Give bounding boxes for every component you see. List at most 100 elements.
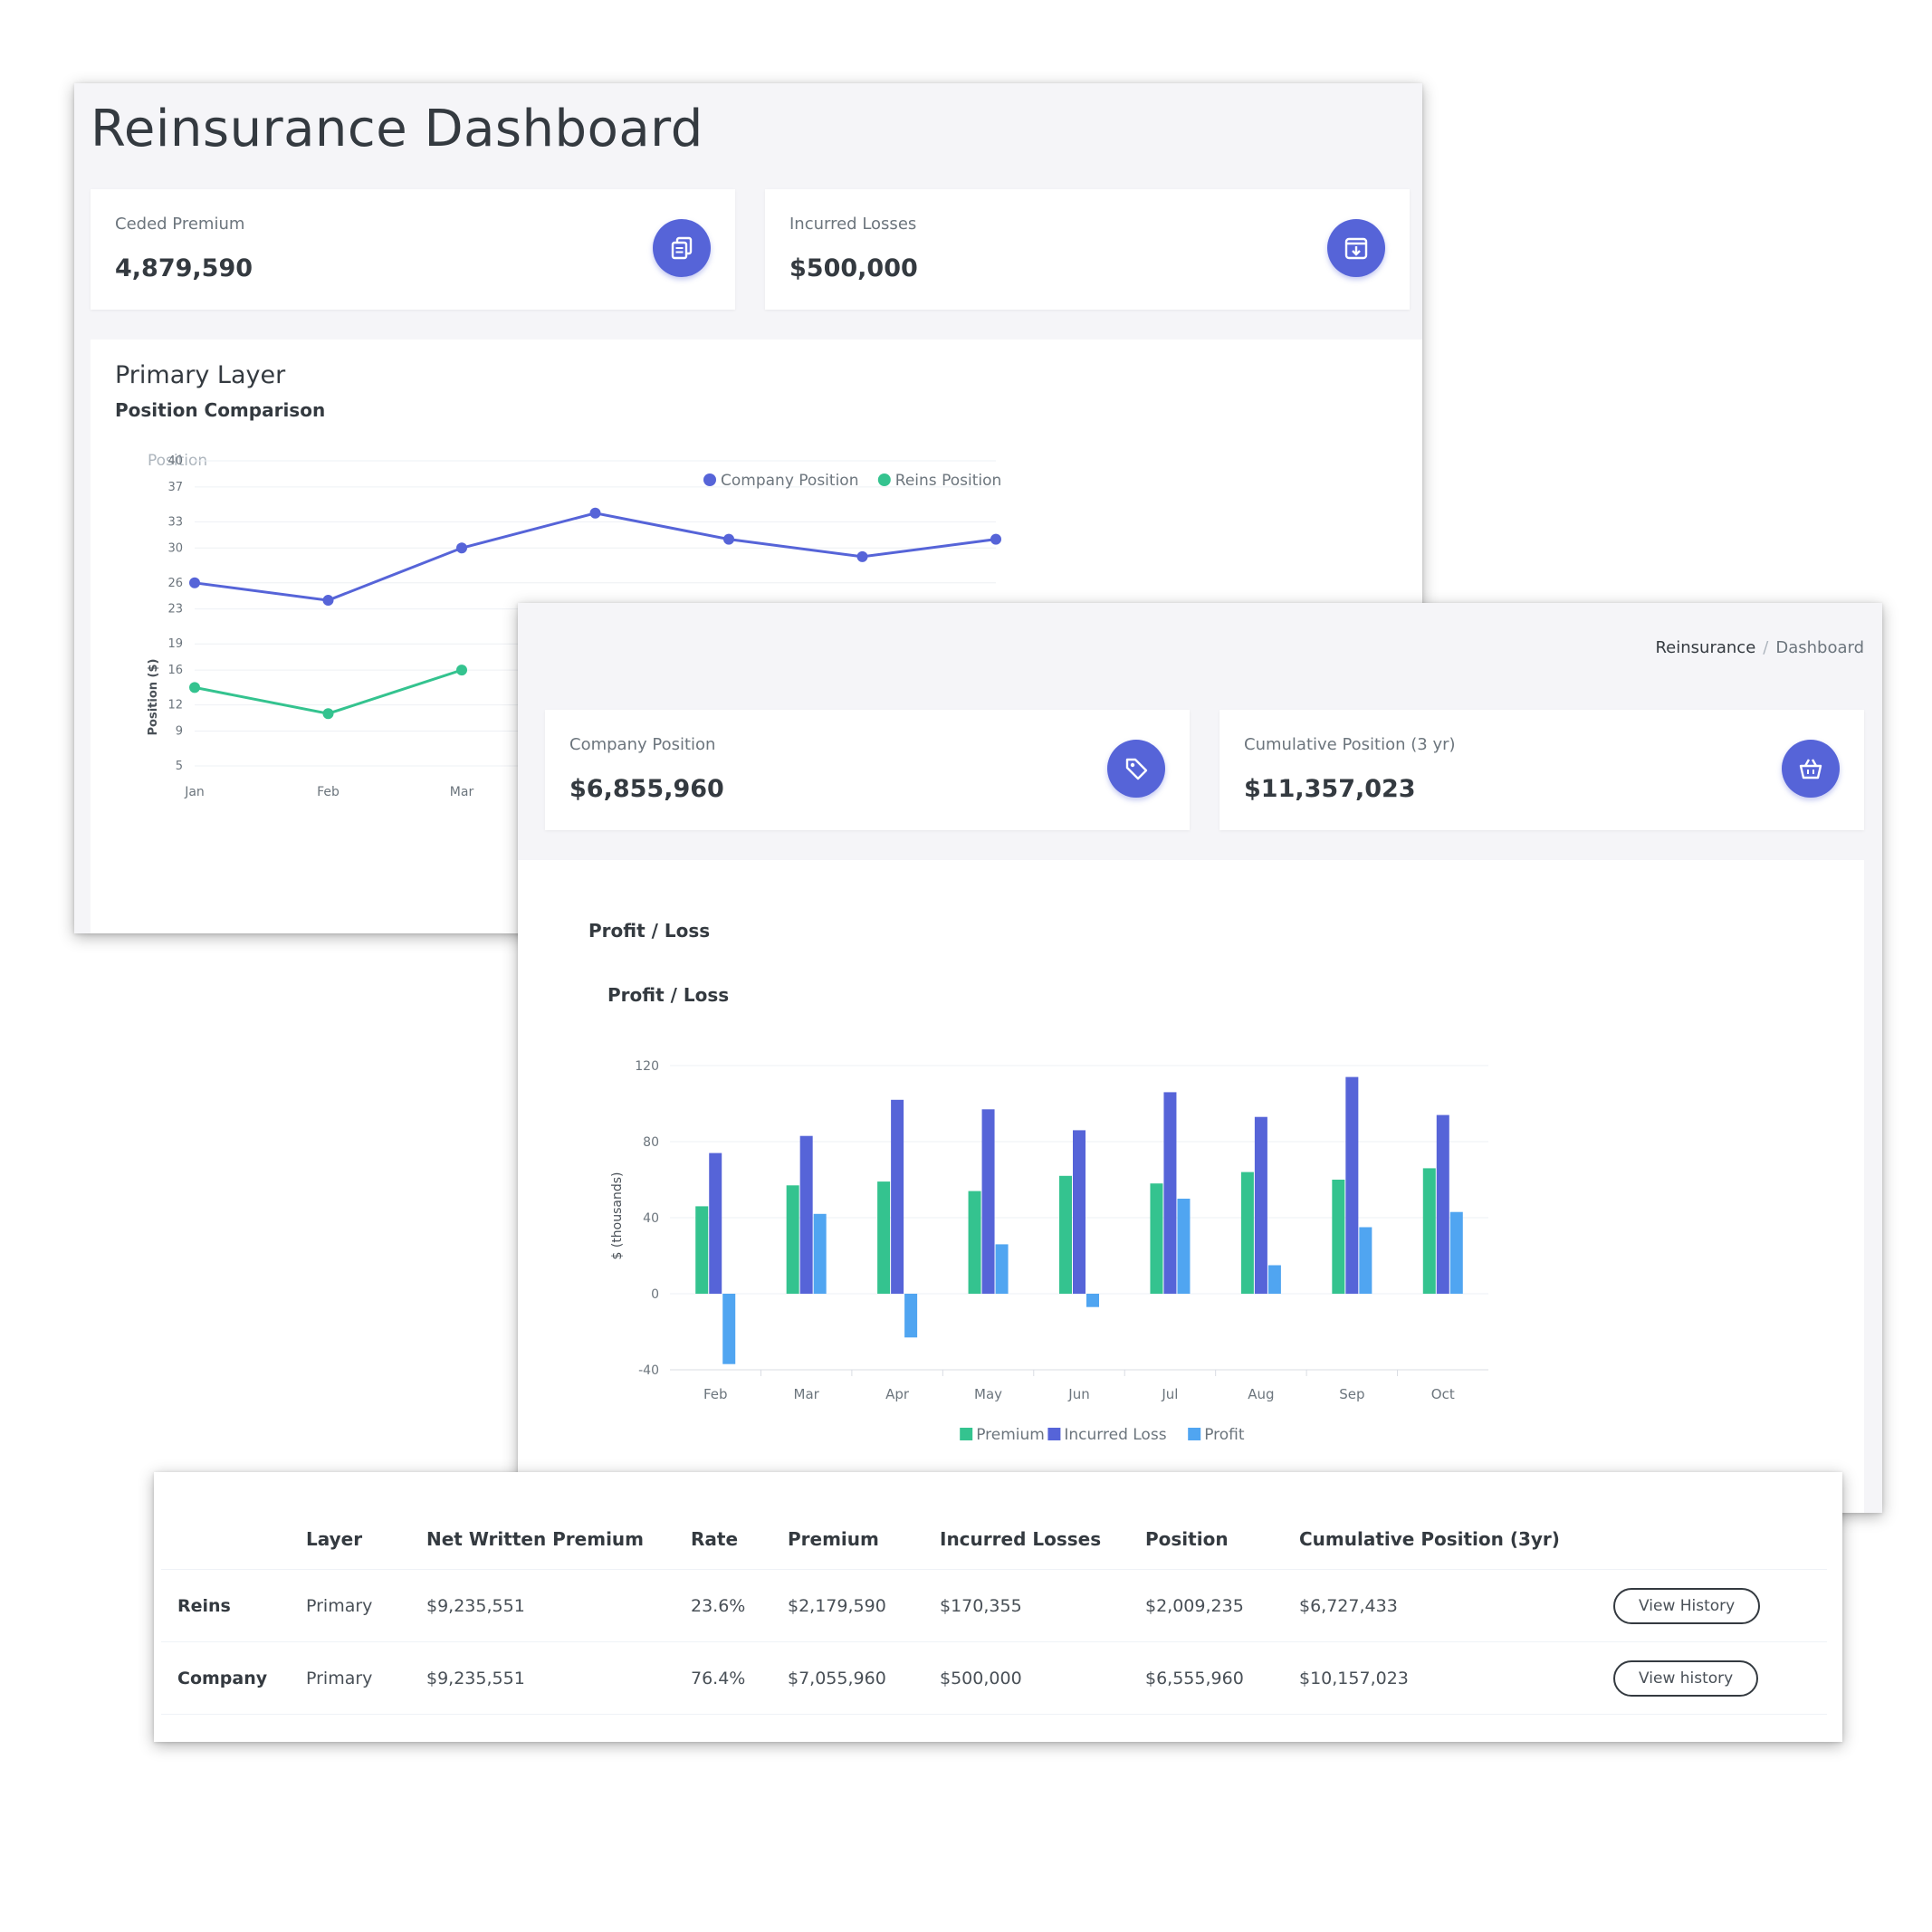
row-action-cell: View History bbox=[1613, 1569, 1827, 1642]
header-cell-name bbox=[161, 1508, 306, 1570]
x-tick-label: Feb bbox=[703, 1386, 728, 1402]
cumulative-position-value: $11,357,023 bbox=[1244, 775, 1416, 803]
row-layer-cell: Primary bbox=[306, 1641, 426, 1715]
y-tick-label: 19 bbox=[167, 637, 183, 651]
x-tick-label: Oct bbox=[1431, 1386, 1455, 1402]
cumulative-position-label: Cumulative Position (3 yr) bbox=[1244, 735, 1456, 754]
row-rate-cell: 76.4% bbox=[691, 1641, 788, 1715]
y-tick-label: 40 bbox=[167, 454, 183, 468]
bar bbox=[1436, 1114, 1449, 1294]
dashboard-panel-front: Reinsurance / Dashboard Company Position $… bbox=[518, 603, 1882, 1513]
row-name-cell: Company bbox=[161, 1641, 306, 1715]
y-tick-label: 16 bbox=[167, 664, 183, 677]
legend-marker bbox=[703, 473, 716, 486]
company-position-card: Company Position $6,855,960 bbox=[545, 710, 1190, 830]
header-cell-rate: Rate bbox=[691, 1508, 788, 1570]
line-chart-ylabel: Position ($) bbox=[147, 659, 160, 736]
bar bbox=[891, 1099, 904, 1294]
legend-marker bbox=[1188, 1428, 1201, 1440]
bar bbox=[981, 1109, 995, 1294]
header-cell-layer: Layer bbox=[306, 1508, 426, 1570]
breadcrumb-link-reinsurance[interactable]: Reinsurance bbox=[1655, 638, 1755, 657]
row-premium-cell: $2,179,590 bbox=[788, 1569, 940, 1642]
positions-table-panel: Layer Net Written Premium Rate Premium I… bbox=[154, 1472, 1842, 1742]
y-tick-label: 80 bbox=[643, 1135, 659, 1150]
x-tick-label: Mar bbox=[450, 785, 474, 799]
data-point bbox=[456, 542, 467, 554]
row-losses-cell: $500,000 bbox=[940, 1641, 1145, 1715]
y-tick-label: 5 bbox=[176, 760, 183, 773]
table-header-row: Layer Net Written Premium Rate Premium I… bbox=[161, 1508, 1827, 1570]
cumulative-position-card: Cumulative Position (3 yr) $11,357,023 bbox=[1219, 710, 1864, 830]
bar bbox=[799, 1135, 813, 1294]
bar bbox=[1177, 1199, 1191, 1294]
y-tick-label: 26 bbox=[167, 577, 183, 590]
breadcrumb: Reinsurance / Dashboard bbox=[1655, 638, 1864, 657]
bar-chart-ylabel: $ (thousands) bbox=[610, 1172, 625, 1259]
y-tick-label: 9 bbox=[176, 724, 183, 738]
legend-label: Profit bbox=[1204, 1426, 1245, 1444]
bar bbox=[1449, 1211, 1463, 1294]
data-point bbox=[723, 533, 734, 545]
data-point bbox=[456, 665, 467, 676]
view-history-button[interactable]: View History bbox=[1613, 1587, 1761, 1624]
basket-icon bbox=[1782, 740, 1840, 798]
y-tick-label: 120 bbox=[635, 1059, 659, 1074]
company-position-label: Company Position bbox=[569, 735, 716, 754]
bar bbox=[877, 1181, 891, 1294]
x-tick-label: Jun bbox=[1067, 1386, 1089, 1402]
data-point bbox=[322, 595, 334, 607]
x-tick-label: Feb bbox=[317, 785, 340, 799]
x-tick-label: Apr bbox=[885, 1386, 910, 1402]
row-position-cell: $2,009,235 bbox=[1145, 1569, 1299, 1642]
row-premium-cell: $7,055,960 bbox=[788, 1641, 940, 1715]
breadcrumb-current: Dashboard bbox=[1775, 638, 1864, 657]
data-point bbox=[322, 708, 334, 720]
x-tick-label: Mar bbox=[794, 1386, 820, 1402]
legend-label: Reins Position bbox=[895, 472, 1001, 490]
series-line bbox=[194, 512, 997, 602]
bar bbox=[968, 1191, 981, 1294]
x-tick-label: Sep bbox=[1339, 1386, 1364, 1402]
row-cumulative-cell: $10,157,023 bbox=[1299, 1641, 1613, 1715]
header-cell-premium: Premium bbox=[788, 1508, 940, 1570]
header-cell-cumulative-position: Cumulative Position (3yr) bbox=[1299, 1508, 1613, 1570]
view-history-button[interactable]: View history bbox=[1613, 1659, 1759, 1697]
row-position-cell: $6,555,960 bbox=[1145, 1641, 1299, 1715]
row-layer-cell: Primary bbox=[306, 1569, 426, 1642]
legend-label: Premium bbox=[976, 1426, 1045, 1444]
bar bbox=[1073, 1130, 1086, 1294]
bar bbox=[1345, 1076, 1359, 1294]
legend-marker bbox=[960, 1428, 973, 1440]
table-row: Company Primary $9,235,551 76.4% $7,055,… bbox=[161, 1641, 1827, 1715]
bar bbox=[786, 1185, 799, 1294]
x-tick-label: Aug bbox=[1248, 1386, 1274, 1402]
header-cell-position: Position bbox=[1145, 1508, 1299, 1570]
row-cumulative-cell: $6,727,433 bbox=[1299, 1569, 1613, 1642]
table-row: Reins Primary $9,235,551 23.6% $2,179,59… bbox=[161, 1569, 1827, 1642]
row-losses-cell: $170,355 bbox=[940, 1569, 1145, 1642]
positions-table: Layer Net Written Premium Rate Premium I… bbox=[161, 1508, 1827, 1715]
legend-marker bbox=[877, 473, 891, 486]
y-tick-label: 0 bbox=[651, 1287, 659, 1302]
y-tick-label: -40 bbox=[638, 1363, 659, 1378]
bar bbox=[1359, 1227, 1372, 1294]
y-tick-label: 30 bbox=[167, 541, 183, 555]
bar bbox=[1422, 1168, 1436, 1294]
bar bbox=[722, 1294, 736, 1364]
tag-icon bbox=[1107, 740, 1165, 798]
x-tick-label: Jul bbox=[1161, 1386, 1178, 1402]
legend-marker bbox=[1047, 1428, 1061, 1440]
bar bbox=[695, 1206, 709, 1294]
ceded-premium-card: Ceded Premium 4,879,590 bbox=[91, 189, 735, 310]
row-nwp-cell: $9,235,551 bbox=[426, 1569, 691, 1642]
header-cell-net-written-premium: Net Written Premium bbox=[426, 1508, 691, 1570]
page-title: Reinsurance Dashboard bbox=[91, 100, 703, 158]
copy-icon bbox=[653, 219, 711, 277]
row-name-cell: Reins bbox=[161, 1569, 306, 1642]
y-tick-label: 12 bbox=[167, 699, 183, 713]
data-point bbox=[990, 533, 1001, 545]
bar bbox=[1267, 1265, 1281, 1294]
header-cell-actions bbox=[1613, 1508, 1827, 1570]
bar bbox=[813, 1213, 827, 1294]
